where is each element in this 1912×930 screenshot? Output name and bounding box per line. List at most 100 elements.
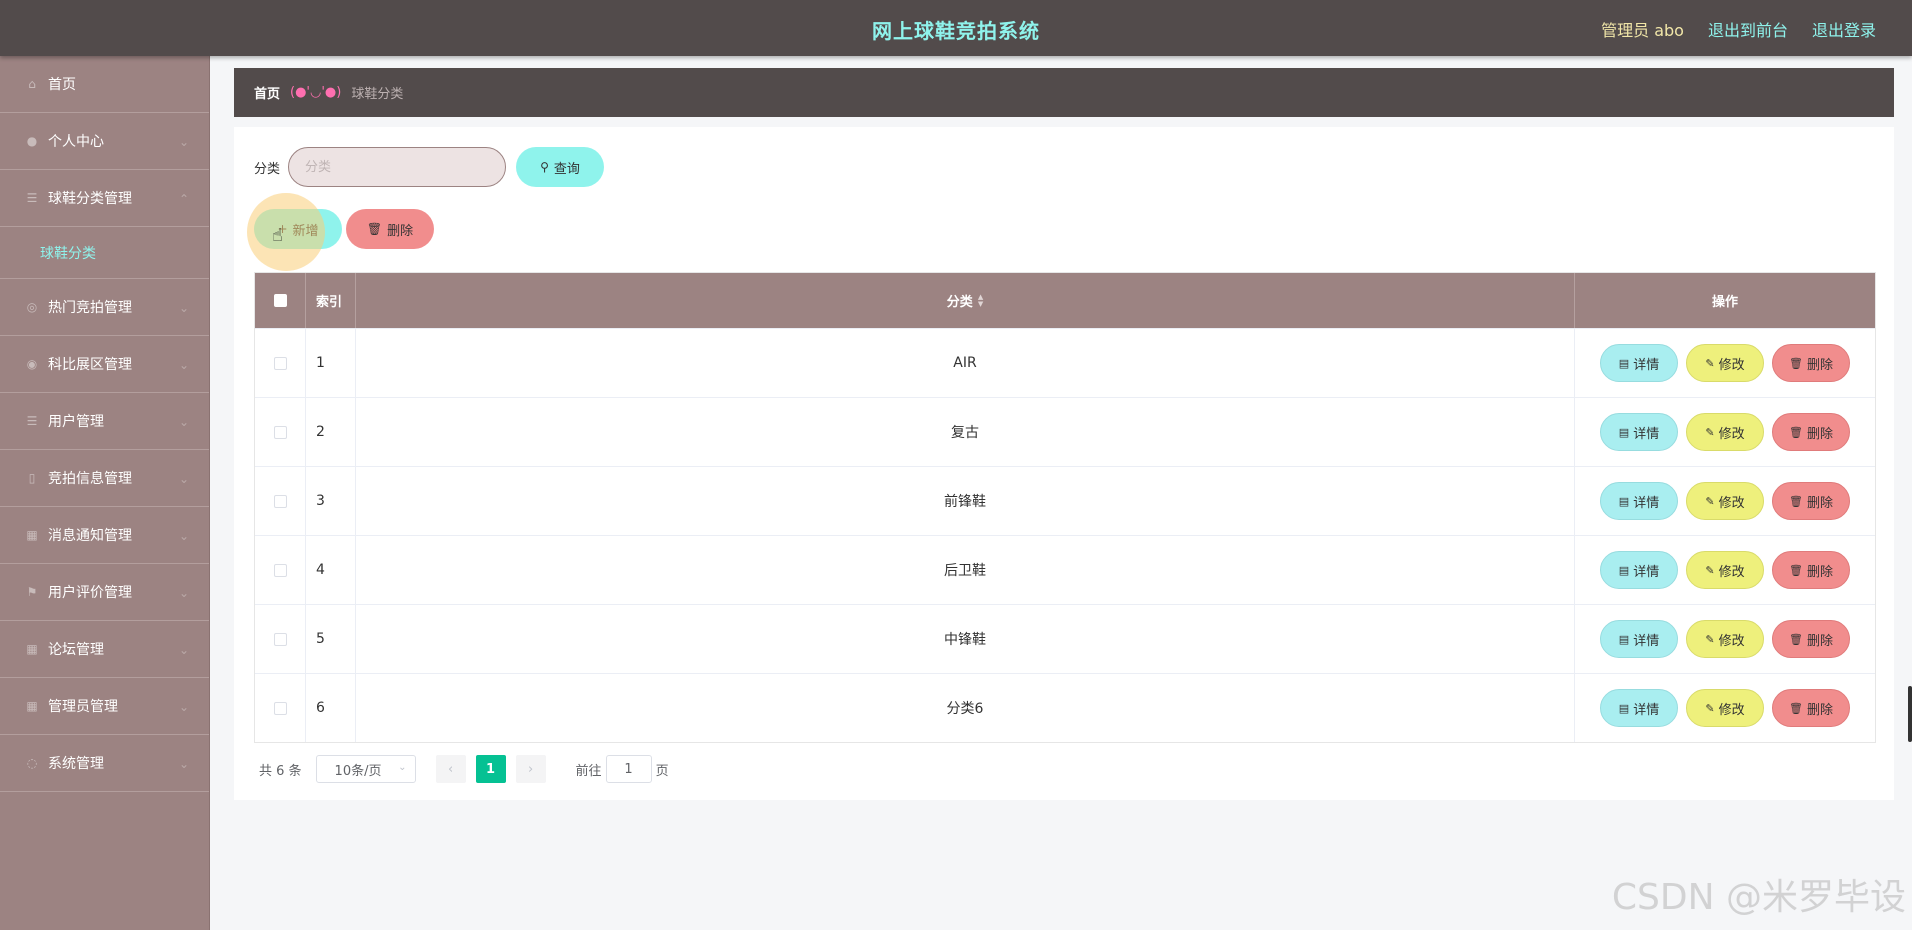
- document-icon: ▤: [1618, 356, 1630, 370]
- goto-suffix: 页: [655, 763, 669, 779]
- sidebar-item-home[interactable]: ⌂ 首页: [0, 56, 209, 113]
- sidebar-item-auction-info[interactable]: ▯ 竞拍信息管理 ⌄: [0, 450, 209, 507]
- sort-icon[interactable]: ▲ ▼: [978, 293, 983, 308]
- select-all-checkbox[interactable]: [273, 294, 287, 307]
- row-checkbox[interactable]: [273, 632, 287, 646]
- edit-button[interactable]: ✎ 修改: [1686, 620, 1764, 658]
- row-index: 5: [306, 605, 356, 673]
- row-checkbox[interactable]: [273, 356, 287, 370]
- sidebar-item-profile[interactable]: ● 个人中心 ⌄: [0, 113, 209, 170]
- page-number-current[interactable]: 1: [475, 755, 506, 783]
- edit-button[interactable]: ✎ 修改: [1686, 551, 1764, 589]
- sidebar-item-admins[interactable]: ▦ 管理员管理 ⌄: [0, 678, 209, 735]
- document-icon: ▤: [1618, 425, 1630, 439]
- logout-link[interactable]: 退出登录: [1812, 17, 1876, 41]
- detail-button[interactable]: ▤ 详情: [1600, 620, 1678, 658]
- add-button[interactable]: + 新增 ☝: [247, 193, 342, 271]
- exit-to-front-link[interactable]: 退出到前台: [1708, 17, 1788, 41]
- sidebar-item-notifications[interactable]: ▦ 消息通知管理 ⌄: [0, 507, 209, 564]
- sidebar-item-reviews[interactable]: ⚑ 用户评价管理 ⌄: [0, 564, 209, 621]
- document-icon: ▤: [1618, 701, 1630, 715]
- row-index: 3: [306, 467, 356, 535]
- forum-icon: ▦: [26, 642, 38, 656]
- row-checkbox[interactable]: [273, 563, 287, 577]
- top-header: 网上球鞋竞拍系统 管理员 abo 退出到前台 退出登录: [0, 0, 1912, 56]
- query-button[interactable]: ⚲ 查询: [516, 147, 605, 187]
- chevron-down-icon: ⌄: [178, 757, 189, 771]
- plus-icon: +: [277, 222, 288, 236]
- sidebar-subitem-shoe-category[interactable]: 球鞋分类: [0, 227, 209, 279]
- add-button-label: 新增: [292, 223, 319, 239]
- row-delete-button[interactable]: 🗑 删除: [1772, 413, 1850, 451]
- prev-page-button[interactable]: ‹: [435, 755, 466, 783]
- detail-button[interactable]: ▤ 详情: [1600, 344, 1678, 382]
- document-icon: ▤: [1618, 632, 1630, 646]
- row-delete-button[interactable]: 🗑 删除: [1772, 482, 1850, 520]
- detail-button[interactable]: ▤ 详情: [1600, 413, 1678, 451]
- breadcrumb-home[interactable]: 首页: [254, 83, 280, 102]
- sidebar-item-label: 个人中心: [48, 134, 104, 150]
- detail-button[interactable]: ▤ 详情: [1600, 689, 1678, 727]
- sidebar-item-system[interactable]: ◌ 系统管理 ⌄: [0, 735, 209, 792]
- row-operations: ▤ 详情 ✎ 修改 🗑 删除: [1575, 605, 1875, 673]
- page-size-select[interactable]: 10条/页 ⌄: [315, 755, 416, 783]
- sidebar-item-hot-auction[interactable]: ◎ 热门竞拍管理 ⌄: [0, 279, 209, 336]
- edit-button[interactable]: ✎ 修改: [1686, 344, 1764, 382]
- row-delete-button[interactable]: 🗑 删除: [1772, 551, 1850, 589]
- search-icon: ⚲: [540, 160, 549, 174]
- chevron-down-icon: ⌄: [178, 643, 189, 657]
- edit-button-label: 修改: [1718, 426, 1745, 442]
- row-category: 中锋鞋: [356, 605, 1575, 673]
- next-page-button[interactable]: ›: [515, 755, 546, 783]
- table-row: 5 中锋鞋 ▤ 详情 ✎ 修改 🗑 删除: [255, 604, 1875, 673]
- sidebar-item-label: 热门竞拍管理: [48, 300, 132, 316]
- table-row: 6 分类6 ▤ 详情 ✎ 修改 🗑 删除: [255, 673, 1875, 742]
- table-row: 2 复古 ▤ 详情 ✎ 修改 🗑 删除: [255, 397, 1875, 466]
- sidebar-item-label: 球鞋分类管理: [48, 191, 132, 207]
- row-checkbox[interactable]: [273, 425, 287, 439]
- sidebar-item-label: 首页: [48, 77, 76, 93]
- pencil-icon: ✎: [1705, 356, 1715, 370]
- row-delete-button[interactable]: 🗑 删除: [1772, 689, 1850, 727]
- document-icon: ▤: [1618, 494, 1630, 508]
- sidebar-item-kobe-zone[interactable]: ◉ 科比展区管理 ⌄: [0, 336, 209, 393]
- sidebar-item-label: 消息通知管理: [48, 528, 132, 544]
- category-search-input[interactable]: [288, 147, 507, 187]
- row-index: 6: [306, 674, 356, 742]
- edit-button[interactable]: ✎ 修改: [1686, 482, 1764, 520]
- breadcrumb-current: 球鞋分类: [351, 87, 404, 102]
- chevron-down-icon: ⌄: [178, 529, 189, 543]
- goto-page: 前往 页: [576, 755, 669, 783]
- detail-button[interactable]: ▤ 详情: [1600, 551, 1678, 589]
- pencil-icon: ✎: [1705, 632, 1715, 646]
- goto-page-input[interactable]: [605, 755, 652, 783]
- row-operations: ▤ 详情 ✎ 修改 🗑 删除: [1575, 329, 1875, 397]
- row-operations: ▤ 详情 ✎ 修改 🗑 删除: [1575, 467, 1875, 535]
- row-category: 后卫鞋: [356, 536, 1575, 604]
- scrollbar-handle[interactable]: [1908, 686, 1912, 742]
- sidebar-item-label: 系统管理: [48, 756, 104, 772]
- row-checkbox[interactable]: [273, 494, 287, 508]
- pencil-icon: ✎: [1705, 425, 1715, 439]
- edit-button-label: 修改: [1718, 702, 1745, 718]
- row-delete-button[interactable]: 🗑 删除: [1772, 344, 1850, 382]
- row-checkbox[interactable]: [273, 701, 287, 715]
- edit-button[interactable]: ✎ 修改: [1686, 689, 1764, 727]
- row-checkbox-cell: [255, 536, 306, 604]
- category-table: 索引 分类 ▲ ▼ 操作 1 AIR ▤ 详情 ✎ 修改 🗑 删除 2 复古 ▤ 详情 ✎ 修改 🗑 删除 3 前锋…: [254, 272, 1876, 743]
- edit-button[interactable]: ✎ 修改: [1686, 413, 1764, 451]
- detail-button[interactable]: ▤ 详情: [1600, 482, 1678, 520]
- admin-label: 管理员 abo: [1601, 21, 1684, 40]
- sidebar-item-forum[interactable]: ▦ 论坛管理 ⌄: [0, 621, 209, 678]
- pencil-icon: ✎: [1705, 563, 1715, 577]
- batch-delete-button[interactable]: 🗑 删除: [346, 209, 434, 249]
- header-category[interactable]: 分类 ▲ ▼: [356, 273, 1575, 328]
- trash-icon: 🗑: [1789, 494, 1803, 508]
- sidebar-item-shoe-category[interactable]: ☰ 球鞋分类管理 ⌃: [0, 170, 209, 227]
- row-delete-button[interactable]: 🗑 删除: [1772, 620, 1850, 658]
- row-category: 前锋鞋: [356, 467, 1575, 535]
- user-icon: ●: [26, 134, 38, 148]
- sidebar-item-users[interactable]: ☰ 用户管理 ⌄: [0, 393, 209, 450]
- delete-button-label: 删除: [1806, 426, 1833, 442]
- row-checkbox-cell: [255, 674, 306, 742]
